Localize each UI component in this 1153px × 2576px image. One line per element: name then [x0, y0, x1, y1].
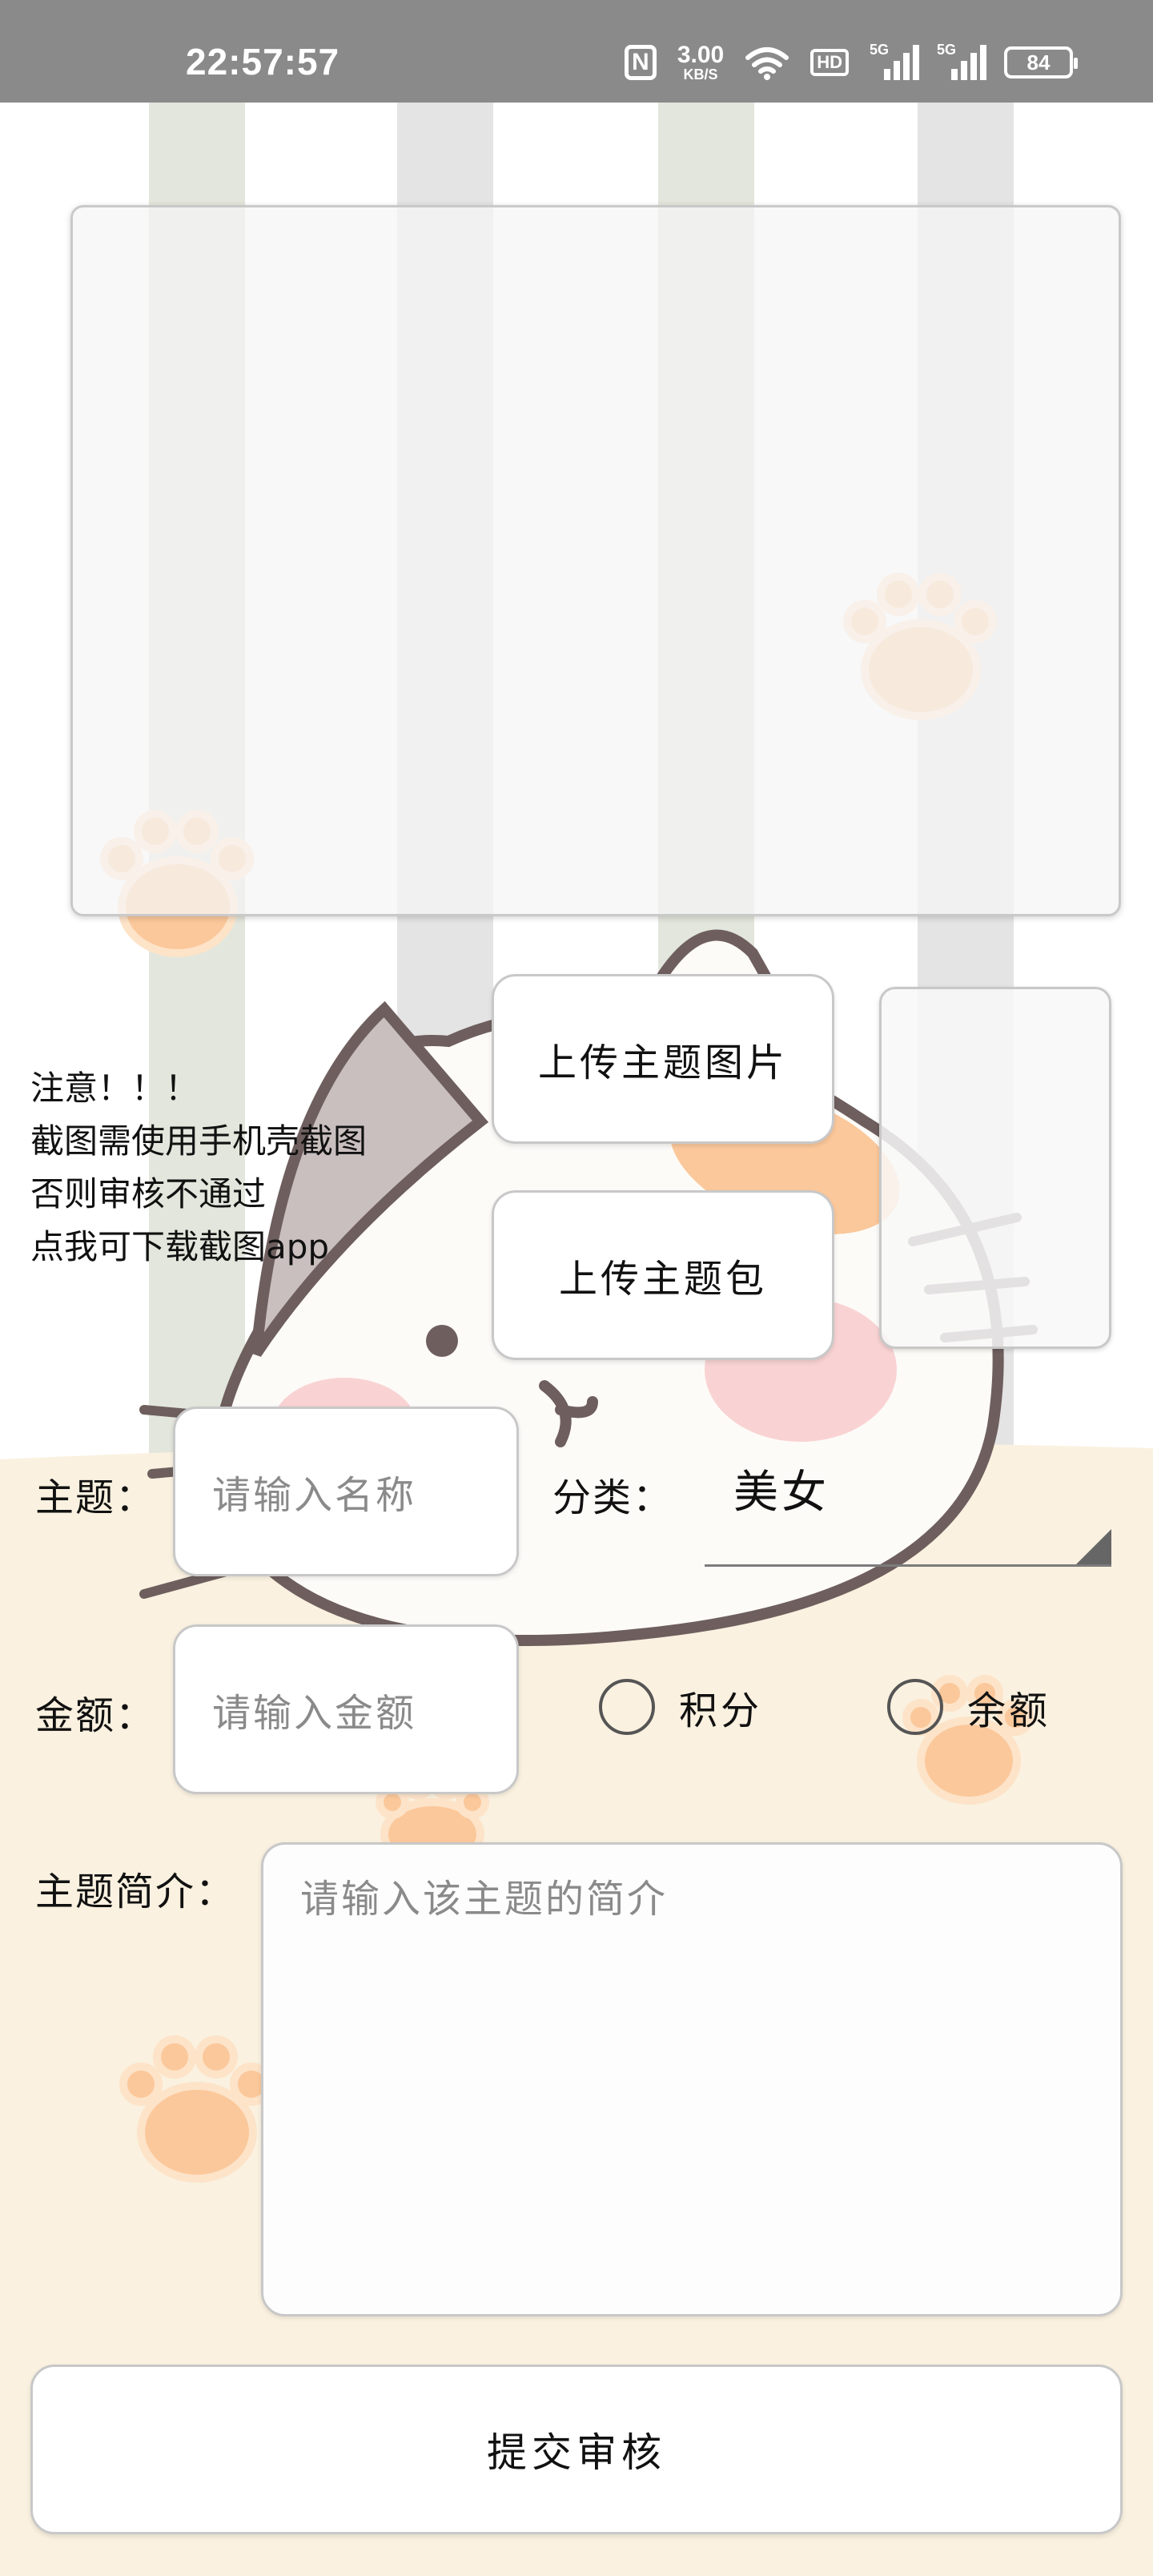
notice-line: 截图需使用手机壳截图 — [30, 1121, 368, 1161]
radio-circle-icon[interactable] — [599, 1679, 655, 1735]
status-icons: N 3.00 KB/S HD 5G 5G 84 — [624, 38, 1078, 87]
net-speed: 3.00 KB/S — [677, 42, 725, 83]
signal-icon: 5G — [937, 42, 986, 80]
download-app-link[interactable]: 点我可下载截图app — [30, 1221, 367, 1274]
radio-balance-label: 余额 — [967, 1688, 1051, 1733]
intro-label: 主题简介： — [35, 1870, 236, 1914]
screenshot-notice[interactable]: 注意！！！ 截图需使用手机壳截图 否则审核不通过 点我可下载截图app — [30, 1062, 367, 1274]
radio-points-label: 积分 — [679, 1688, 763, 1733]
status-bar: 22:57:57 N 3.00 KB/S HD 5G 5G 84 — [0, 0, 1153, 103]
category-label: 分类： — [552, 1475, 673, 1520]
net-speed-value: 3.00 — [677, 42, 725, 68]
battery-icon: 84 — [1004, 46, 1078, 78]
category-value: 美女 — [733, 1467, 830, 1519]
signal-label: 5G — [937, 42, 957, 58]
radio-circle-icon[interactable] — [887, 1679, 943, 1735]
dropdown-triangle-icon — [1076, 1529, 1111, 1564]
signal-icon: 5G — [870, 42, 919, 80]
amount-input[interactable]: 请输入金额 — [173, 1624, 519, 1794]
signal-label: 5G — [870, 42, 890, 58]
wifi-icon — [745, 45, 789, 80]
submit-review-button[interactable]: 提交审核 — [30, 2365, 1123, 2534]
hd-icon: HD — [810, 49, 849, 76]
radio-points[interactable]: 积分 — [599, 1679, 762, 1735]
notice-title: 注意！！！ — [30, 1069, 199, 1108]
status-time: 22:57:57 — [186, 41, 340, 83]
amount-label: 金额： — [35, 1693, 156, 1738]
nfc-icon: N — [624, 45, 657, 80]
theme-preview-image[interactable] — [70, 205, 1121, 916]
intro-textarea[interactable]: 请输入该主题的简介 — [261, 1842, 1123, 2316]
net-speed-unit: KB/S — [683, 66, 718, 83]
upload-theme-image-button[interactable]: 上传主题图片 — [492, 974, 834, 1144]
theme-name-input[interactable]: 请输入名称 — [173, 1407, 519, 1576]
theme-label: 主题： — [35, 1475, 156, 1520]
notice-line: 否则审核不通过 — [30, 1174, 267, 1214]
theme-package-thumbnail[interactable] — [879, 987, 1111, 1349]
category-select[interactable]: 美女 — [705, 1456, 1111, 1567]
upload-theme-package-button[interactable]: 上传主题包 — [492, 1190, 834, 1360]
radio-balance[interactable]: 余额 — [887, 1679, 1051, 1735]
